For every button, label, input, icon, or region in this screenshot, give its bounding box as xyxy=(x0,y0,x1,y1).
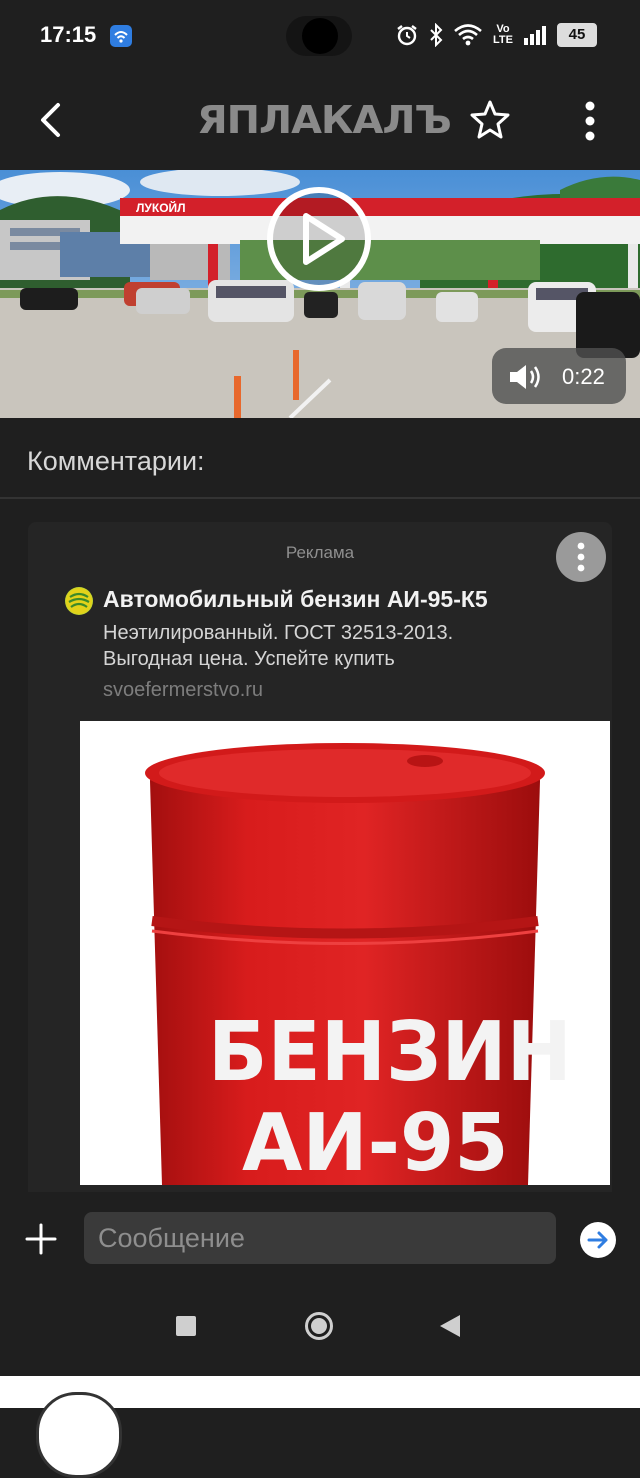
ad-image[interactable]: БЕНЗИН АИ-95 xyxy=(80,721,610,1185)
battery-indicator: 45 xyxy=(556,23,597,47)
ad-title[interactable]: Автомобильный бензин АИ-95-К5 xyxy=(103,586,488,613)
home-button[interactable] xyxy=(304,1311,334,1341)
favorite-button[interactable] xyxy=(468,98,512,142)
play-button[interactable] xyxy=(266,186,372,292)
wifi-hotspot-icon xyxy=(110,25,132,47)
status-time: 17:15 xyxy=(40,22,97,47)
message-input[interactable] xyxy=(84,1212,556,1264)
nav-back-button[interactable] xyxy=(438,1313,462,1339)
ad-label: Реклама xyxy=(285,543,355,562)
ad-url[interactable]: svoefermerstvo.ru xyxy=(103,679,263,702)
more-options-button[interactable] xyxy=(578,100,602,144)
station-sign: ЛУКОЙЛ xyxy=(136,200,186,215)
alarm-icon xyxy=(397,25,417,46)
recent-apps-button[interactable] xyxy=(176,1316,196,1336)
ad-description-line: Выгодная цена. Успейте купить xyxy=(103,648,395,670)
ad-menu-button[interactable] xyxy=(556,532,606,582)
triangle-back-icon xyxy=(440,1315,460,1337)
more-vertical-icon xyxy=(585,101,595,141)
more-vertical-icon xyxy=(577,542,585,572)
wifi-icon xyxy=(454,24,482,46)
comments-heading: Комментарии: xyxy=(27,446,205,476)
barrel-text-line1: БЕНЗИН xyxy=(208,1004,572,1099)
volume-icon xyxy=(510,365,540,389)
send-button[interactable] xyxy=(580,1222,616,1258)
ad-description-line: Неэтилированный. ГОСТ 32513-2013. xyxy=(103,622,454,644)
barrel-text-line2: АИ-95 xyxy=(242,1096,509,1185)
back-button[interactable] xyxy=(32,100,72,140)
bluetooth-icon xyxy=(430,23,443,47)
fuel-barrel-image: БЕНЗИН АИ-95 xyxy=(80,721,610,1185)
home-circle-icon xyxy=(305,1312,333,1340)
advertiser-logo-icon xyxy=(65,587,93,615)
send-arrow-icon xyxy=(587,1231,608,1249)
status-icons: Vo LTE 45 xyxy=(395,20,597,50)
chevron-left-icon xyxy=(41,103,60,137)
volume-button[interactable] xyxy=(508,362,544,392)
front-camera xyxy=(302,18,338,54)
play-icon xyxy=(267,187,371,291)
avatar xyxy=(36,1392,122,1478)
star-icon xyxy=(470,100,510,139)
site-logo[interactable]: ЯПЛАКАЛЪ xyxy=(197,98,452,142)
plus-icon xyxy=(25,1223,57,1255)
volte-indicator: Vo LTE xyxy=(493,23,513,46)
attach-button[interactable] xyxy=(24,1222,58,1256)
signal-icon xyxy=(523,26,546,45)
video-duration: 0:22 xyxy=(562,364,605,389)
divider xyxy=(0,497,640,499)
